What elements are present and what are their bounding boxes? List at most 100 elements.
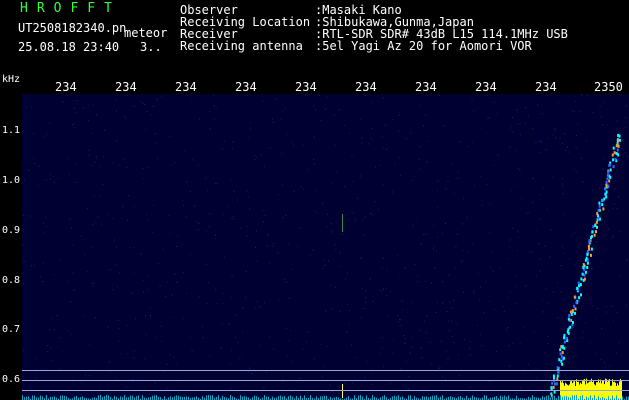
noise-speck	[230, 364, 232, 366]
noise-speck	[621, 376, 623, 378]
noise-speck	[278, 300, 280, 302]
noise-speck	[516, 183, 518, 185]
noise-speck	[24, 179, 25, 181]
noise-speck	[306, 341, 307, 343]
noise-speck	[361, 137, 363, 139]
noise-speck	[202, 326, 204, 328]
noise-speck	[307, 331, 308, 333]
noise-speck	[291, 391, 293, 393]
noise-speck	[489, 202, 491, 204]
noise-speck	[273, 348, 275, 350]
noise-speck	[313, 358, 315, 360]
noise-speck	[91, 164, 93, 166]
noise-speck	[386, 269, 388, 271]
noise-speck	[107, 213, 109, 215]
noise-speck	[493, 309, 495, 310]
noise-speck	[120, 352, 122, 354]
noise-floor	[610, 385, 611, 400]
noise-speck	[49, 178, 51, 180]
segment-indicator: 3..	[140, 40, 162, 54]
x-tick-label: 234	[415, 80, 437, 94]
noise-speck	[469, 348, 471, 350]
noise-speck	[574, 264, 576, 266]
noise-speck	[539, 270, 541, 272]
baseline-noise	[272, 396, 273, 400]
noise-speck	[73, 100, 74, 102]
noise-speck	[171, 294, 173, 296]
noise-speck	[404, 342, 406, 344]
noise-speck	[544, 245, 546, 247]
noise-speck	[174, 162, 176, 164]
baseline-noise	[558, 395, 559, 400]
meteor-trace	[592, 225, 595, 229]
noise-speck	[59, 258, 61, 260]
noise-speck	[605, 311, 607, 313]
baseline-noise	[402, 396, 403, 400]
noise-speck	[510, 190, 512, 191]
noise-speck	[544, 373, 546, 375]
noise-speck	[316, 212, 318, 214]
noise-speck	[625, 304, 627, 306]
noise-speck	[383, 365, 384, 367]
noise-speck	[161, 95, 163, 97]
meteor-trace	[612, 158, 615, 162]
baseline-noise	[564, 396, 565, 400]
noise-speck	[591, 305, 593, 307]
baseline-noise	[410, 395, 411, 400]
noise-floor	[592, 382, 593, 400]
noise-speck	[401, 325, 403, 327]
noise-speck	[398, 157, 400, 159]
meteor-trace	[578, 296, 581, 300]
baseline-noise	[40, 395, 41, 400]
noise-speck	[190, 191, 191, 193]
noise-speck	[169, 353, 171, 355]
noise-speck	[162, 248, 164, 250]
meteor-trace	[558, 358, 561, 362]
noise-speck	[156, 98, 158, 100]
baseline-noise	[326, 395, 327, 400]
meteor-trace	[617, 153, 620, 157]
noise-speck	[510, 126, 512, 127]
noise-speck	[351, 303, 353, 305]
noise-speck	[529, 251, 531, 253]
noise-speck	[355, 220, 357, 222]
noise-speck	[332, 308, 333, 310]
noise-speck	[536, 377, 538, 379]
noise-speck	[148, 219, 150, 221]
noise-speck	[532, 128, 534, 130]
noise-speck	[330, 223, 332, 224]
noise-speck	[71, 227, 72, 229]
noise-speck	[123, 158, 125, 160]
noise-speck	[287, 243, 289, 244]
noise-speck	[493, 164, 495, 166]
noise-speck	[186, 292, 188, 294]
baseline-noise	[458, 396, 459, 400]
meteor-trace	[556, 366, 559, 370]
noise-speck	[426, 161, 428, 163]
noise-speck	[361, 257, 362, 259]
baseline-noise	[590, 395, 591, 400]
noise-speck	[119, 328, 121, 330]
baseline-noise	[348, 395, 349, 400]
noise-speck	[509, 128, 511, 130]
noise-speck	[264, 214, 266, 216]
noise-speck	[591, 268, 593, 270]
noise-speck	[414, 264, 416, 266]
noise-speck	[602, 169, 604, 170]
baseline-noise	[436, 395, 437, 400]
noise-speck	[334, 144, 336, 146]
noise-speck	[143, 178, 145, 180]
noise-speck	[320, 343, 322, 345]
noise-speck	[473, 110, 475, 112]
antenna-label: Receiving antenna	[180, 39, 303, 53]
meteor-trace	[554, 382, 556, 386]
noise-speck	[488, 204, 490, 206]
noise-speck	[457, 171, 459, 173]
meteor-trace	[586, 261, 589, 265]
noise-speck	[92, 285, 94, 287]
noise-speck	[357, 197, 359, 199]
noise-speck	[42, 262, 44, 264]
noise-speck	[69, 218, 71, 220]
noise-speck	[411, 301, 413, 303]
noise-speck	[39, 276, 41, 278]
